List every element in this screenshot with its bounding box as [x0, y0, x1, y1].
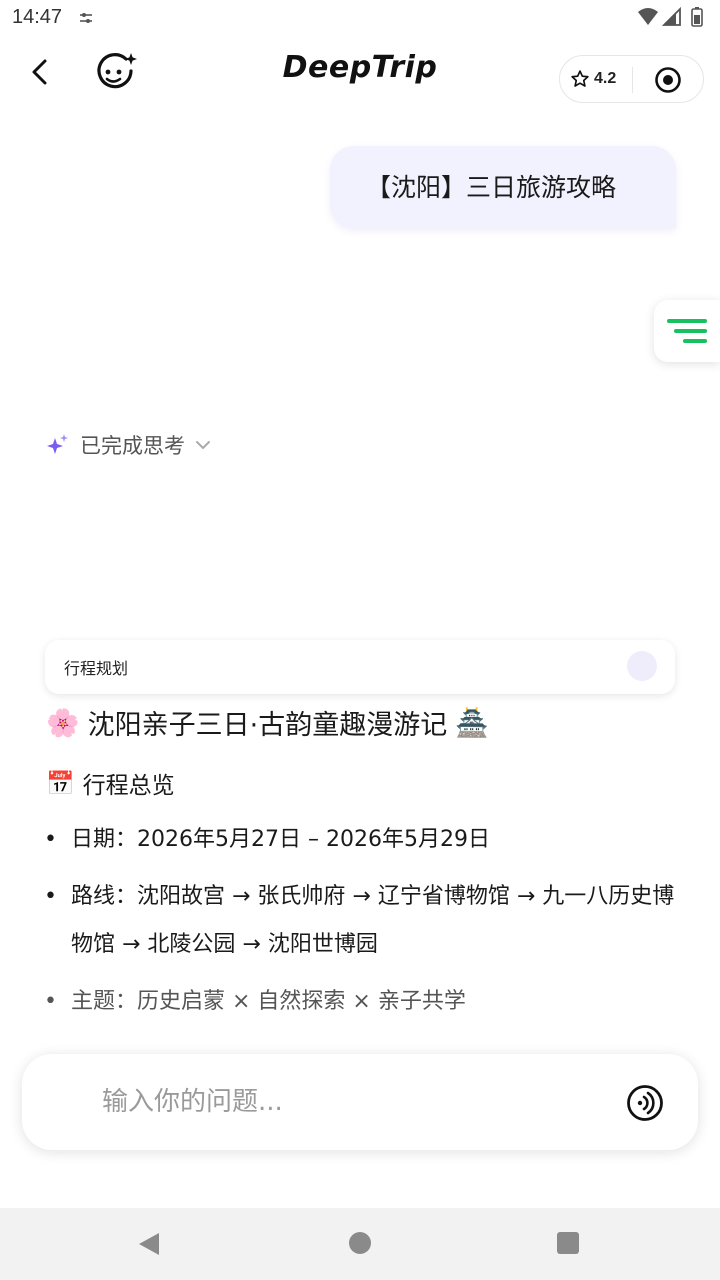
overview-heading-text: 行程总览 [82, 773, 175, 799]
settings-indicator-icon [80, 13, 92, 23]
status-bar: 14:47 [0, 0, 720, 36]
bullet-dot: • [44, 989, 57, 1014]
star-icon [571, 70, 589, 87]
back-arrow-icon [32, 59, 47, 85]
chat-input-bar [22, 1054, 698, 1150]
user-message-text: 【沈阳】三日旅游攻略 [366, 173, 617, 202]
rating-value: 4.2 [594, 70, 617, 87]
nav-recents-button[interactable] [557, 1232, 579, 1254]
list-item-text: 主题：历史启蒙 × 自然探索 × 亲子共学 [71, 989, 466, 1014]
back-button[interactable] [20, 52, 60, 92]
calendar-emoji: 📅 [46, 770, 75, 797]
record-icon[interactable] [654, 66, 682, 94]
itinerary-title: 🌸 沈阳亲子三日·古韵童趣漫游记 🏯 [46, 703, 489, 742]
bot-face-icon [97, 53, 137, 89]
rating-button[interactable]: 4.2 [570, 56, 616, 102]
bullet-dot: • [44, 884, 57, 909]
menu-lines-icon [667, 319, 707, 343]
overview-heading: 📅 行程总览 [46, 766, 175, 800]
castle-emoji: 🏯 [455, 707, 489, 739]
sparkle-icon [47, 434, 68, 454]
chevron-down-icon [196, 441, 210, 450]
status-time: 14:47 [12, 6, 63, 28]
itinerary-title-text: 沈阳亲子三日·古韵童趣漫游记 [87, 710, 448, 741]
floating-menu-button[interactable] [654, 300, 720, 362]
question-input[interactable] [102, 1078, 582, 1126]
nav-back-icon[interactable] [136, 1230, 162, 1258]
user-message-bubble: 【沈阳】三日旅游攻略 [330, 146, 676, 228]
itinerary-plan-card[interactable]: 行程规划 [45, 640, 675, 694]
thinking-status[interactable]: 已完成思考 [44, 430, 211, 460]
nav-home-button[interactable] [349, 1232, 371, 1254]
app-header: DeepTrip 4.2 [0, 36, 720, 116]
list-item-text: 路线：沈阳故宫 → 张氏帅府 → 辽宁省博物馆 → 九一八历史博物馆 → 北陵公… [71, 884, 675, 957]
brand-logo: DeepTrip [282, 50, 438, 85]
voice-icon[interactable] [626, 1084, 664, 1122]
capsule-divider [632, 67, 633, 93]
blossom-emoji: 🌸 [46, 707, 80, 739]
system-nav-bar [0, 1208, 720, 1280]
thinking-status-text: 已完成思考 [80, 434, 185, 458]
bot-assistant-button[interactable] [92, 50, 140, 94]
plan-card-label: 行程规划 [64, 659, 129, 678]
plan-card-indicator [627, 651, 657, 681]
list-item-text: 日期：2026年5月27日 – 2026年5月29日 [71, 827, 490, 852]
header-capsule: 4.2 [559, 55, 704, 103]
bullet-dot: • [44, 827, 57, 852]
system-status-icons [638, 6, 703, 27]
